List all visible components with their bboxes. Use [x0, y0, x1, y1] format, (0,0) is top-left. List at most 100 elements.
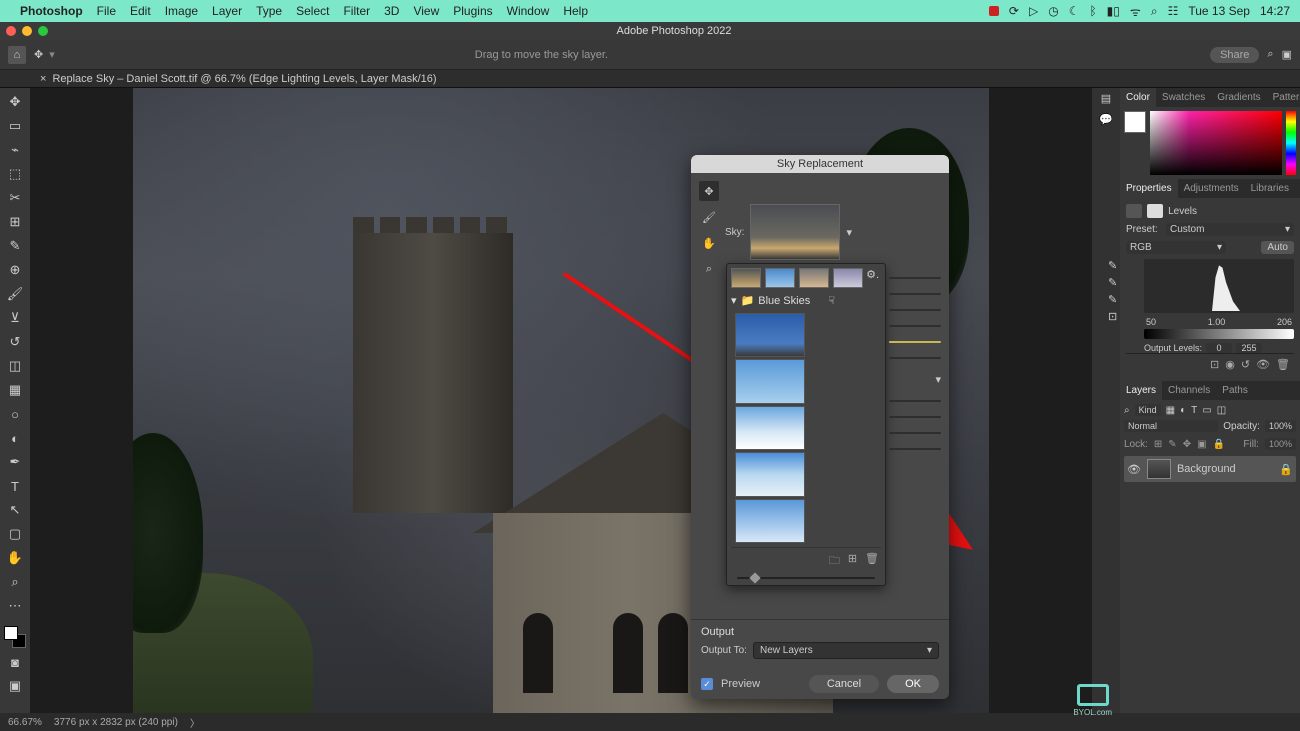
sync-icon[interactable]: ⟳ — [1009, 4, 1019, 18]
mac-menubar[interactable]: Photoshop File Edit Image Layer Type Sel… — [0, 0, 1300, 22]
shape-tool[interactable]: ▢ — [4, 524, 26, 544]
blend-mode-select[interactable]: Normal — [1124, 420, 1218, 432]
new-preset-icon[interactable]: ⊞ — [848, 552, 857, 571]
marquee-tool[interactable]: ▭ — [4, 116, 26, 136]
dropdown-icon[interactable]: ▾ — [935, 373, 941, 386]
menu-edit[interactable]: Edit — [130, 4, 151, 18]
slider-handle[interactable] — [749, 572, 760, 583]
slider-temperature[interactable] — [889, 341, 941, 343]
screen-mode-tool[interactable]: ▣ — [4, 676, 26, 696]
levels-black[interactable]: 50 — [1146, 317, 1156, 327]
slider-3[interactable] — [889, 309, 941, 311]
filter-type-icon[interactable]: T — [1191, 405, 1197, 416]
delete-preset-icon[interactable]: 🗑 — [865, 552, 879, 571]
output-levels-black[interactable] — [1206, 343, 1232, 353]
color-picker[interactable] — [1150, 111, 1282, 175]
blur-tool[interactable]: ○ — [4, 404, 26, 424]
filter-img-icon[interactable]: ▦ — [1166, 405, 1175, 416]
control-center-icon[interactable]: ☷ — [1168, 4, 1179, 18]
menu-select[interactable]: Select — [296, 4, 329, 18]
frame-tool[interactable]: ⊞ — [4, 212, 26, 232]
panel-icon-2[interactable]: 💬 — [1099, 113, 1113, 126]
workspace-icon[interactable]: ▣ — [1282, 48, 1292, 61]
sky-preset-recent-2[interactable] — [765, 268, 795, 288]
tab-channels[interactable]: Channels — [1162, 381, 1216, 400]
brush-tool[interactable]: 🖌 — [4, 284, 26, 304]
dialog-zoom-tool[interactable]: ⌕ — [699, 259, 719, 279]
slider-9[interactable] — [889, 448, 941, 450]
menu-layer[interactable]: Layer — [212, 4, 242, 18]
minimize-window-icon[interactable] — [22, 26, 32, 36]
gear-icon[interactable]: ⚙. — [866, 268, 879, 281]
preview-checkbox[interactable]: ✓ — [701, 678, 713, 690]
kind-search-icon[interactable]: ⌕ — [1124, 405, 1130, 416]
menu-window[interactable]: Window — [507, 4, 550, 18]
layer-lock-icon[interactable]: 🔒 — [1279, 463, 1293, 476]
preset-select[interactable]: Custom▾ — [1166, 223, 1294, 236]
menu-help[interactable]: Help — [563, 4, 588, 18]
hand-tool[interactable]: ✋ — [4, 548, 26, 568]
pen-tool[interactable]: ✒ — [4, 452, 26, 472]
view-previous-icon[interactable]: ◉ — [1225, 358, 1235, 371]
fg-bg-colors[interactable] — [4, 626, 26, 648]
document-canvas[interactable]: Sky Replacement ✥ 🖌 ✋ ⌕ Sky: ▾ — [133, 88, 989, 713]
menu-image[interactable]: Image — [165, 4, 198, 18]
search-icon[interactable]: ⌕ — [1267, 48, 1273, 61]
share-button[interactable]: Share — [1210, 47, 1259, 63]
lock-artboard-icon[interactable]: ▣ — [1197, 439, 1206, 450]
type-tool[interactable]: T — [4, 476, 26, 496]
histogram[interactable] — [1144, 259, 1294, 313]
clip-icon[interactable]: ⊡ — [1108, 310, 1117, 323]
clip-to-layer-icon[interactable]: ⊡ — [1210, 358, 1219, 371]
tab-gradients[interactable]: Gradients — [1211, 88, 1266, 107]
sky-preset-recent-3[interactable] — [799, 268, 829, 288]
app-name[interactable]: Photoshop — [20, 4, 83, 18]
output-to-select[interactable]: New Layers ▾ — [753, 642, 939, 659]
tool-dropdown-icon[interactable]: ▾ — [49, 48, 55, 61]
crop-tool[interactable]: ✂ — [4, 188, 26, 208]
cancel-button[interactable]: Cancel — [809, 675, 879, 693]
menubar-date[interactable]: Tue 13 Sep — [1188, 4, 1250, 18]
lasso-tool[interactable]: ⌁ — [4, 140, 26, 160]
tab-swatches[interactable]: Swatches — [1156, 88, 1211, 107]
menu-filter[interactable]: Filter — [343, 4, 370, 18]
dialog-move-tool[interactable]: ✥ — [699, 181, 719, 201]
eyedropper-white-icon[interactable]: ✎ — [1108, 293, 1117, 306]
sky-preset-4[interactable] — [735, 452, 805, 496]
history-brush-tool[interactable]: ↺ — [4, 332, 26, 352]
sky-preset-2[interactable] — [735, 359, 805, 403]
slider-1[interactable] — [889, 277, 941, 279]
sky-preset-recent-4[interactable] — [833, 268, 863, 288]
folder-open-icon[interactable]: 🗀 — [829, 552, 840, 571]
layer-visibility-icon[interactable]: 👁 — [1127, 463, 1141, 476]
tab-color[interactable]: Color — [1120, 88, 1156, 107]
spotlight-icon[interactable]: ⌕ — [1151, 4, 1158, 19]
eyedropper-gray-icon[interactable]: ✎ — [1108, 276, 1117, 289]
sky-preset-5[interactable] — [735, 499, 805, 543]
slider-6[interactable] — [889, 400, 941, 402]
levels-white[interactable]: 206 — [1277, 317, 1292, 327]
stamp-tool[interactable]: ⊻ — [4, 308, 26, 328]
gradient-tool[interactable]: ▦ — [4, 380, 26, 400]
dodge-tool[interactable]: ◐ — [4, 428, 26, 448]
reset-icon[interactable]: ↺ — [1241, 358, 1250, 371]
kind-select[interactable]: Kind — [1135, 404, 1161, 416]
folder-blue-skies[interactable]: ▾ 📁 Blue Skies ☟ — [731, 292, 881, 309]
more-tools[interactable]: ⋯ — [4, 596, 26, 616]
menu-plugins[interactable]: Plugins — [453, 4, 492, 18]
selection-tool[interactable]: ⬚ — [4, 164, 26, 184]
bluetooth-icon[interactable]: ᛒ — [1089, 4, 1096, 18]
filter-adj-icon[interactable]: ◐ — [1180, 405, 1186, 416]
tab-libraries[interactable]: Libraries — [1245, 179, 1295, 198]
layer-name[interactable]: Background — [1177, 463, 1236, 475]
quick-mask-tool[interactable]: ◙ — [4, 652, 26, 672]
tab-patterns[interactable]: Patterns — [1267, 88, 1300, 107]
zoom-tool[interactable]: ⌕ — [4, 572, 26, 592]
menu-type[interactable]: Type — [256, 4, 282, 18]
close-tab-icon[interactable]: × — [40, 73, 46, 85]
record-icon[interactable] — [989, 6, 999, 16]
sky-preset-list[interactable] — [731, 313, 881, 543]
panel-icon-1[interactable]: ▤ — [1101, 92, 1111, 105]
menu-3d[interactable]: 3D — [384, 4, 399, 18]
sky-preset-3[interactable] — [735, 406, 805, 450]
